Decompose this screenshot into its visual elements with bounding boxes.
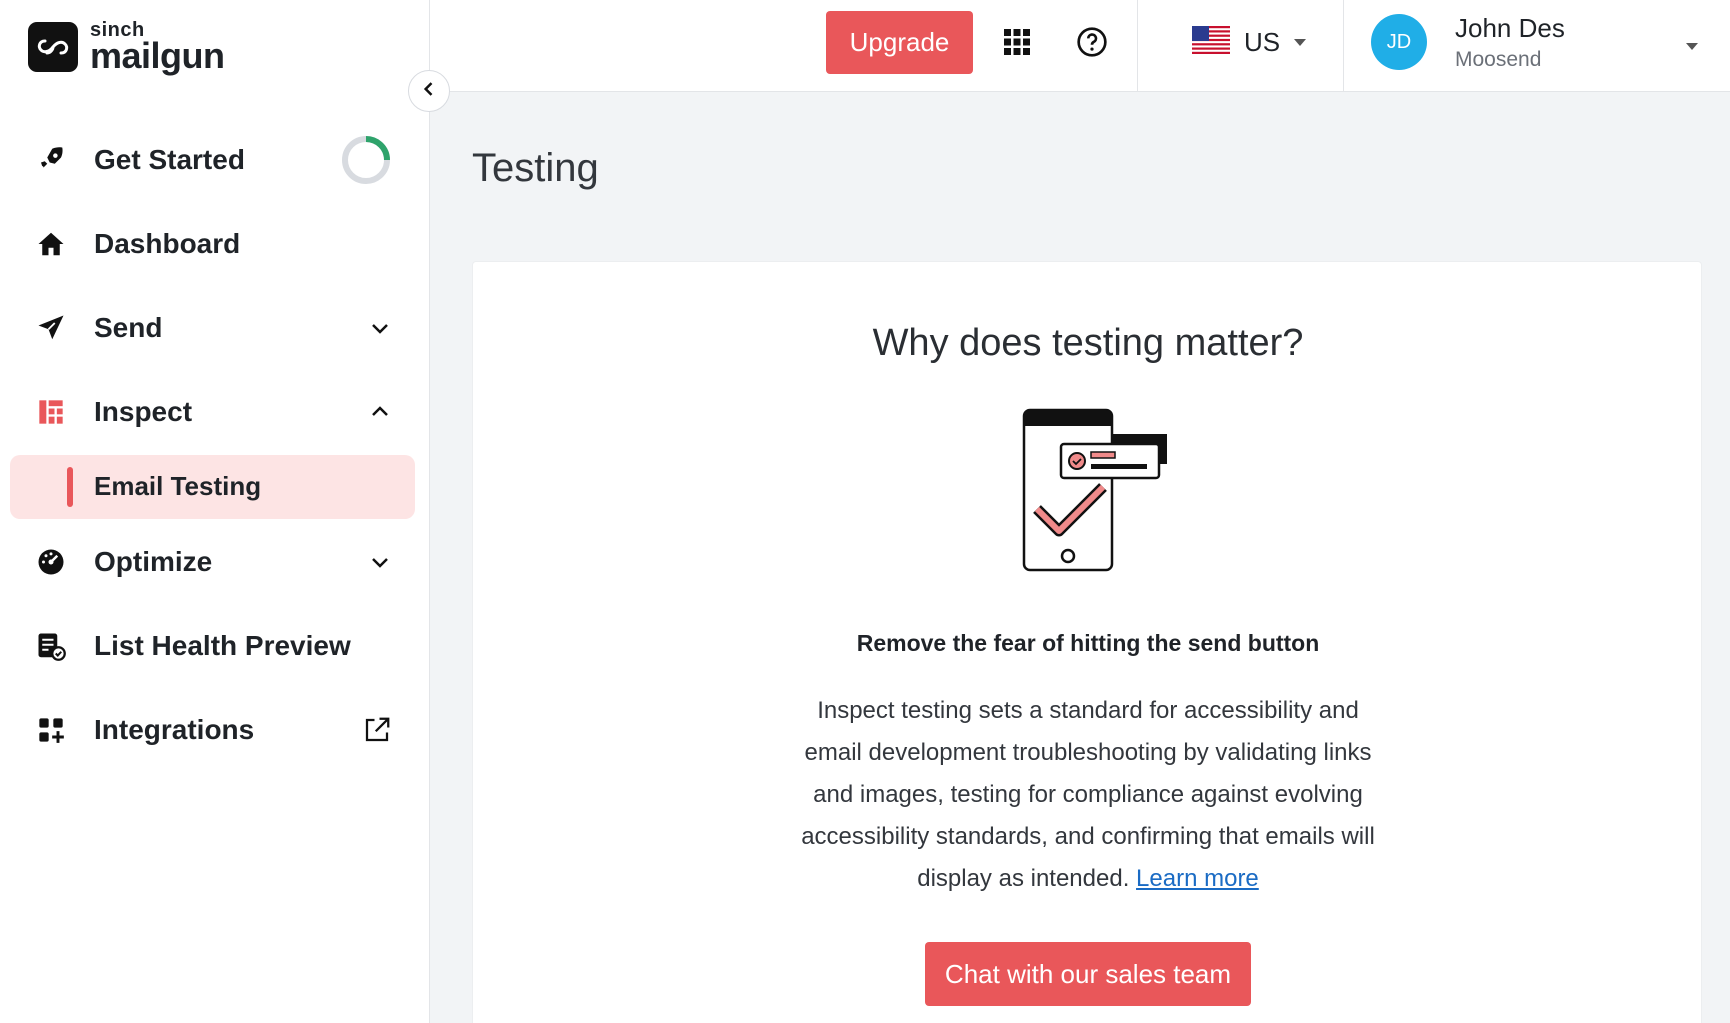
chevron-up-icon[interactable] [368,400,392,424]
testing-info-card: Why does testing matter? Remove the fear… [472,261,1702,1023]
list-check-icon [34,629,68,663]
sidebar-item-label: Get Started [94,144,245,175]
avatar[interactable]: JD [1371,14,1427,70]
sidebar: sinch mailgun Get Started Dashboard Send [0,0,430,1023]
mailgun-logo-icon [28,22,78,72]
page-title: Testing [472,146,599,190]
learn-more-link[interactable]: Learn more [1136,865,1259,892]
external-link-icon[interactable] [362,715,392,745]
chevron-down-icon[interactable] [368,550,392,574]
us-flag-icon [1192,25,1230,59]
apps-plus-icon [34,713,68,747]
sidebar-item-dashboard[interactable]: Dashboard [0,214,430,274]
upgrade-button[interactable]: Upgrade [826,11,973,74]
region-selector[interactable]: US [1192,22,1308,62]
sidebar-item-label: Optimize [94,546,213,577]
help-icon[interactable] [1072,22,1112,62]
user-org: Moosend [1455,48,1542,71]
sidebar-item-label: Integrations [94,714,255,745]
header-divider [1137,0,1138,92]
inspect-grid-icon [34,395,68,429]
user-menu-caret-icon[interactable] [1676,30,1708,62]
sidebar-item-send[interactable]: Send [0,298,430,358]
gauge-icon [34,545,68,579]
chevron-left-icon [419,79,439,104]
sidebar-subitem-email-testing[interactable]: Email Testing [10,455,415,519]
apps-grid-icon[interactable] [997,22,1037,62]
card-body: Inspect testing sets a standard for acce… [793,690,1383,900]
sidebar-item-integrations[interactable]: Integrations [0,700,430,760]
sidebar-item-label: Send [94,312,163,343]
home-icon [34,227,68,261]
progress-ring [340,134,392,186]
card-subheading: Remove the fear of hitting the send butt… [856,630,1320,656]
sidebar-subitem-label: Email Testing [94,471,262,501]
caret-down-icon [1292,34,1308,50]
card-heading: Why does testing matter? [872,322,1304,364]
sidebar-item-get-started[interactable]: Get Started [0,130,430,190]
card-body-text: Inspect testing sets a standard for acce… [801,697,1375,892]
rocket-icon [34,143,68,177]
paper-plane-icon [34,311,68,345]
sidebar-collapse-button[interactable] [408,70,450,112]
top-header: Upgrade US JD John Des Moosend [430,0,1730,92]
brand-logo[interactable]: sinch mailgun [28,20,225,74]
active-indicator [67,467,73,507]
region-label: US [1244,26,1281,57]
chat-sales-button[interactable]: Chat with our sales team [925,942,1251,1006]
sidebar-item-label: List Health Preview [94,630,351,661]
phone-checkmark-illustration [1013,404,1173,579]
brand-mailgun: mailgun [90,35,225,76]
sidebar-item-label: Dashboard [94,228,241,259]
sidebar-item-optimize[interactable]: Optimize [0,532,430,592]
chevron-down-icon[interactable] [368,316,392,340]
header-divider [1343,0,1344,92]
sidebar-item-label: Inspect [94,396,193,427]
sidebar-item-list-health-preview[interactable]: List Health Preview [0,616,430,676]
user-name: John Des [1455,13,1565,43]
sidebar-item-inspect[interactable]: Inspect [0,382,430,442]
